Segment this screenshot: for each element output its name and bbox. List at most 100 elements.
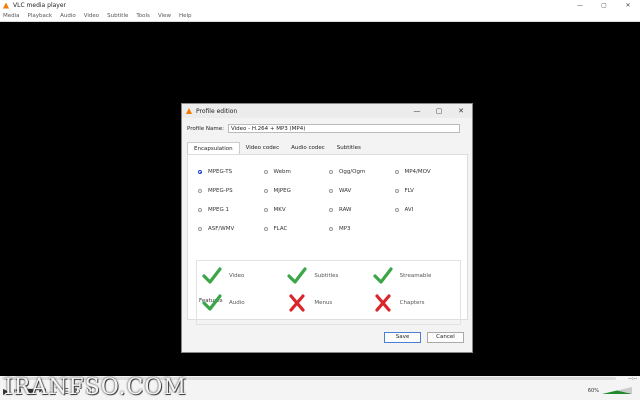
encapsulation-option[interactable]: MP3 xyxy=(329,226,395,232)
encapsulation-label: WAV xyxy=(339,188,352,194)
dialog-maximize-icon[interactable]: ▢ xyxy=(428,107,450,115)
encapsulation-label: AVI xyxy=(404,207,414,213)
radio-button[interactable] xyxy=(394,208,399,212)
save-button[interactable]: Save xyxy=(384,332,421,343)
volume-slider[interactable] xyxy=(602,387,632,394)
features-box: Video Subtitles Streamable Audio Menus Chapte… xyxy=(196,260,461,325)
minimize-icon[interactable]: — xyxy=(568,2,592,9)
window-controls: — ▢ ✕ xyxy=(568,2,640,9)
checkmark-icon xyxy=(373,267,400,285)
encapsulation-option[interactable]: Webm xyxy=(263,169,330,175)
menu-subtitle[interactable]: Subtitle xyxy=(107,13,128,19)
feature-label: Audio xyxy=(229,300,245,306)
tab-encapsulation[interactable]: Encapsulation xyxy=(187,142,240,154)
feature-item: Audio xyxy=(202,294,287,312)
volume-percent: 60% xyxy=(587,387,599,394)
feature-label: Chapters xyxy=(399,300,425,306)
radio-button[interactable] xyxy=(263,189,268,193)
encapsulation-option[interactable]: AVI xyxy=(394,207,461,213)
menu-bar: Media Playback Audio Video Subtitle Tool… xyxy=(0,11,640,22)
encapsulation-label: Webm xyxy=(273,169,291,175)
encapsulation-label: RAW xyxy=(339,207,352,213)
watermark-text: IRANFSO.COM xyxy=(4,375,187,400)
encapsulation-options: MPEG-TS Webm Ogg/Ogm MP4/MOV MPEG-PS MJPEG WAV… xyxy=(198,169,460,232)
profile-name-row: Profile Name: Video - H.264 + MP3 (MP4) xyxy=(187,124,460,133)
menu-media[interactable]: Media xyxy=(3,13,20,19)
window-titlebar: VLC media player — ▢ ✕ xyxy=(0,0,640,11)
checkmark-icon xyxy=(287,267,314,285)
encapsulation-option[interactable]: MPEG 1 xyxy=(198,207,264,213)
cross-icon xyxy=(287,294,314,312)
dialog-close-icon[interactable]: ✕ xyxy=(450,107,472,115)
menu-playback[interactable]: Playback xyxy=(28,13,53,19)
encapsulation-option[interactable]: WAV xyxy=(329,188,395,194)
dialog-buttons: Save Cancel xyxy=(378,332,464,343)
dialog-minimize-icon[interactable]: — xyxy=(406,107,428,115)
radio-button[interactable] xyxy=(329,208,333,212)
profile-edition-dialog: Profile edition — ▢ ✕ Profile Name: Vide… xyxy=(181,103,473,353)
encapsulation-option[interactable]: FLV xyxy=(394,188,461,194)
encapsulation-option[interactable]: MPEG-TS xyxy=(198,169,264,175)
radio-button[interactable] xyxy=(198,227,202,231)
close-icon[interactable]: ✕ xyxy=(616,2,640,9)
encapsulation-label: FLV xyxy=(404,188,414,194)
encapsulation-label: MPEG-TS xyxy=(208,169,233,175)
menu-view[interactable]: View xyxy=(158,13,171,19)
tab-audio-codec[interactable]: Audio codec xyxy=(285,142,331,154)
encapsulation-option[interactable]: RAW xyxy=(329,207,395,213)
menu-video[interactable]: Video xyxy=(84,13,99,19)
feature-item: Menus xyxy=(287,294,372,312)
radio-button[interactable] xyxy=(329,189,333,193)
checkmark-icon xyxy=(202,267,229,285)
vlc-cone-icon xyxy=(186,108,192,114)
radio-button[interactable] xyxy=(329,170,333,174)
encapsulation-option[interactable]: ASF/WMV xyxy=(198,226,264,232)
encapsulation-option[interactable]: FLAC xyxy=(263,226,330,232)
cross-icon xyxy=(373,294,400,312)
feature-label: Video xyxy=(229,273,245,279)
feature-label: Streamable xyxy=(399,273,432,279)
encapsulation-label: MJPEG xyxy=(273,188,291,194)
radio-button[interactable] xyxy=(198,170,202,174)
encapsulation-option[interactable]: MJPEG xyxy=(263,188,330,194)
profile-name-label: Profile Name: xyxy=(187,125,224,132)
encapsulation-option[interactable]: MPEG-PS xyxy=(198,188,264,194)
feature-item: Streamable xyxy=(373,267,458,285)
dialog-title: Profile edition xyxy=(196,107,238,115)
feature-label: Subtitles xyxy=(314,273,339,279)
encapsulation-option[interactable]: MP4/MOV xyxy=(394,169,461,175)
cancel-button[interactable]: Cancel xyxy=(427,332,464,343)
encapsulation-option[interactable]: MKV xyxy=(263,207,330,213)
radio-button[interactable] xyxy=(263,227,268,231)
tab-video-codec[interactable]: Video codec xyxy=(240,142,285,154)
checkmark-icon xyxy=(202,294,229,312)
encapsulation-label: Ogg/Ogm xyxy=(339,169,366,175)
maximize-icon[interactable]: ▢ xyxy=(592,2,616,9)
dialog-titlebar: Profile edition — ▢ ✕ xyxy=(182,104,472,118)
feature-label: Menus xyxy=(314,300,333,306)
encapsulation-label: MP4/MOV xyxy=(404,169,431,175)
encapsulation-label: MP3 xyxy=(339,226,351,232)
encapsulation-label: MPEG 1 xyxy=(208,207,230,213)
feature-item: Subtitles xyxy=(287,267,372,285)
encapsulation-label: FLAC xyxy=(273,226,288,232)
radio-button[interactable] xyxy=(394,170,399,174)
tab-subtitles[interactable]: Subtitles xyxy=(331,142,367,154)
window-title: VLC media player xyxy=(13,2,67,9)
radio-button[interactable] xyxy=(329,227,333,231)
encapsulation-option[interactable]: Ogg/Ogm xyxy=(329,169,395,175)
feature-item: Video xyxy=(202,267,287,285)
encapsulation-label: ASF/WMV xyxy=(208,226,235,232)
menu-tools[interactable]: Tools xyxy=(136,13,150,19)
radio-button[interactable] xyxy=(263,208,268,212)
radio-button[interactable] xyxy=(394,189,399,193)
feature-item: Chapters xyxy=(373,294,458,312)
radio-button[interactable] xyxy=(263,170,268,174)
menu-help[interactable]: Help xyxy=(179,13,192,19)
menu-audio[interactable]: Audio xyxy=(60,13,76,19)
radio-button[interactable] xyxy=(198,208,202,212)
radio-button[interactable] xyxy=(198,189,202,193)
time-remaining: --:-- xyxy=(628,376,637,382)
volume-control[interactable]: 60% xyxy=(588,387,632,394)
profile-name-input[interactable]: Video - H.264 + MP3 (MP4) xyxy=(227,124,460,133)
